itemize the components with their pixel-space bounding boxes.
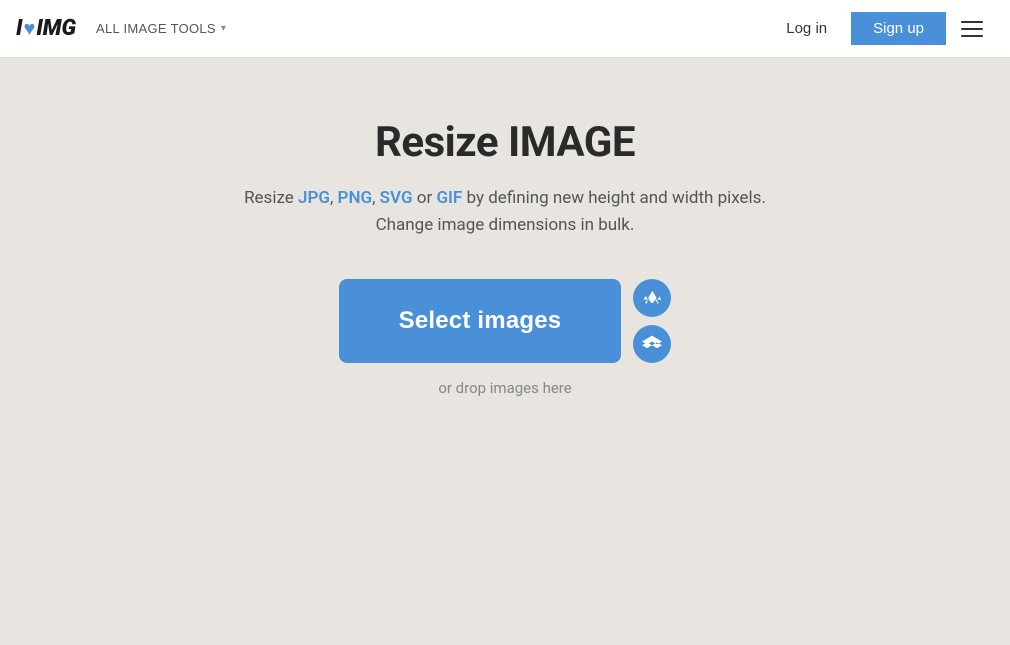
dropbox-upload-button[interactable] [633,325,671,363]
header: I ♥ IMG ALL IMAGE TOOLS ▾ Log in Sign up [0,0,1010,58]
or-text: or [413,188,437,208]
header-right: Log in Sign up [766,7,994,51]
comma2: , [372,188,375,208]
google-drive-icon [642,288,662,308]
format-svg: SVG [380,188,413,208]
subtitle-suffix: by defining new height and width pixels. [462,188,766,208]
logo-img-text: IMG [36,16,76,41]
all-tools-button[interactable]: ALL IMAGE TOOLS ▾ [96,21,226,36]
signup-button[interactable]: Sign up [851,12,946,45]
menu-button[interactable] [950,7,994,51]
main-content: Resize IMAGE Resize JPG, PNG, SVG or GIF… [0,58,1010,397]
subtitle-prefix: Resize [244,188,298,208]
drop-text: or drop images here [438,379,571,397]
format-jpg: JPG [298,188,330,208]
chevron-down-icon: ▾ [221,23,226,34]
logo[interactable]: I ♥ IMG [16,16,76,41]
format-gif: GIF [436,188,462,208]
menu-line-2 [961,28,983,30]
logo-heart-icon: ♥ [23,16,35,41]
upload-icons [633,279,671,363]
menu-line-3 [961,35,983,37]
subtitle: Resize JPG, PNG, SVG or GIF by defining … [244,185,766,239]
page-title: Resize IMAGE [375,118,635,167]
menu-line-1 [961,21,983,23]
all-tools-label: ALL IMAGE TOOLS [96,21,216,36]
comma1: , [330,188,333,208]
select-images-button[interactable]: Select images [339,279,622,363]
logo-i-text: I [16,16,22,41]
google-drive-upload-button[interactable] [633,279,671,317]
dropbox-icon [642,334,662,354]
login-button[interactable]: Log in [766,12,847,45]
upload-area: Select images [339,279,672,363]
subtitle-line2: Change image dimensions in bulk. [376,215,635,235]
header-left: I ♥ IMG ALL IMAGE TOOLS ▾ [16,16,226,41]
format-png: PNG [338,188,373,208]
